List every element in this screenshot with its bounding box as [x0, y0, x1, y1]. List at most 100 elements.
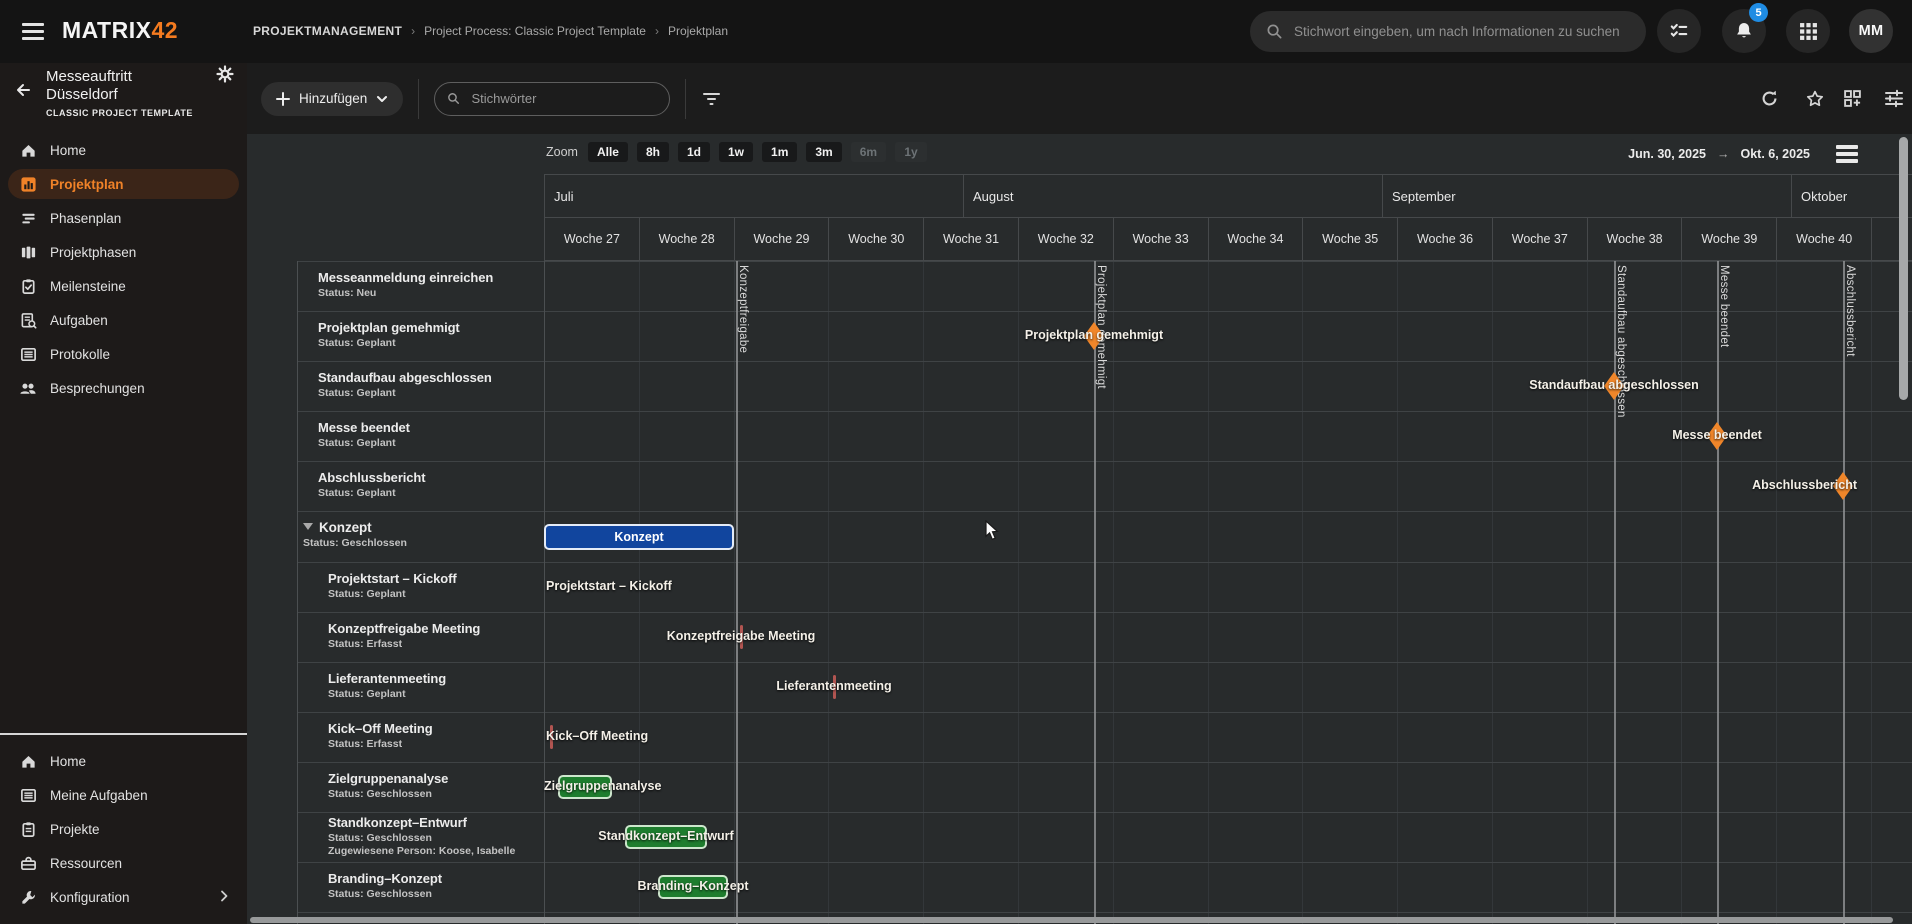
sidebar-item-label: Konfiguration — [50, 890, 130, 905]
gantt-bar-konzept[interactable]: Konzept — [544, 524, 734, 550]
sidebar-item-projektplan[interactable]: Projektplan — [0, 167, 247, 201]
milestone-line — [1717, 261, 1719, 924]
gear-icon[interactable] — [216, 65, 234, 83]
gantt-menu-icon[interactable] — [1836, 145, 1858, 163]
zoom-option-8h[interactable]: 8h — [637, 142, 669, 162]
milestone-line — [736, 261, 738, 924]
zoom-option-1y: 1y — [895, 142, 927, 162]
horizontal-scrollbar[interactable] — [250, 917, 1893, 923]
zoom-option-alle[interactable]: Alle — [588, 142, 628, 162]
filter-icon[interactable] — [701, 89, 722, 108]
sidebar-item-home[interactable]: Home — [0, 744, 247, 778]
task-row-13[interactable]: Branding–KonzeptStatus: Geschlossen — [297, 862, 544, 912]
task-row-12[interactable]: Standkonzept–EntwurfStatus: GeschlossenZ… — [297, 812, 544, 862]
task-row-5[interactable]: AbschlussberichtStatus: Geplant — [297, 461, 544, 511]
apps-grid-icon — [1799, 22, 1818, 41]
sidebar-item-aufgaben[interactable]: Aufgaben — [0, 303, 247, 337]
task-row-9[interactable]: LieferantenmeetingStatus: Geplant — [297, 662, 544, 712]
task-title: Projektstart – Kickoff — [328, 571, 540, 586]
view-settings-icon[interactable] — [1884, 89, 1904, 108]
task-row-10[interactable]: Kick–Off MeetingStatus: Erfasst — [297, 712, 544, 762]
task-row-6[interactable]: KonzeptStatus: Geschlossen — [297, 511, 544, 562]
sidebar-bottom-nav: Home Meine Aufgaben Projekte Ressourcen Konf… — [0, 735, 247, 924]
milestone-line — [1843, 261, 1845, 924]
global-search-input[interactable]: Stichwort eingeben, um nach Informatione… — [1250, 11, 1646, 52]
task-status: Status: Geplant — [318, 487, 540, 499]
sidebar-item-meilensteine[interactable]: Meilensteine — [0, 269, 247, 303]
collapse-triangle-icon[interactable] — [303, 523, 313, 530]
project-template-subtitle: CLASSIC PROJECT TEMPLATE — [46, 108, 247, 118]
sidebar-item-label: Ressourcen — [50, 856, 122, 871]
breadcrumb-current[interactable]: Projektplan — [668, 24, 728, 38]
week-header-28: Woche 28 — [639, 218, 734, 261]
user-avatar[interactable]: MM — [1849, 9, 1893, 53]
zoom-option-1d[interactable]: 1d — [678, 142, 710, 162]
zoom-option-1w[interactable]: 1w — [719, 142, 753, 162]
breadcrumb-workspace[interactable]: PROJEKTMANAGEMENT — [253, 24, 402, 38]
zoom-option-3m[interactable]: 3m — [806, 142, 841, 162]
sidebar-item-phasenplan[interactable]: Phasenplan — [0, 201, 247, 235]
refresh-icon[interactable] — [1760, 89, 1779, 108]
notifications-button[interactable]: 5 — [1722, 9, 1766, 53]
sidebar-item-label: Meilensteine — [50, 279, 126, 294]
task-status: Status: Geschlossen — [328, 888, 540, 900]
task-bar-label: Branding–Konzept — [637, 879, 748, 893]
plus-icon — [276, 92, 290, 106]
main-menu-icon[interactable] — [22, 23, 44, 40]
sidebar-item-ressourcen[interactable]: Ressourcen — [0, 846, 247, 880]
keyword-search-input[interactable] — [469, 90, 657, 107]
chevron-right-icon: › — [411, 24, 415, 38]
sidebar-item-protokolle[interactable]: Protokolle — [0, 337, 247, 371]
week-header-33: Woche 33 — [1113, 218, 1208, 261]
task-row-3[interactable]: Standaufbau abgeschlossenStatus: Geplant — [297, 361, 544, 411]
task-row-7[interactable]: Projektstart – KickoffStatus: Geplant — [297, 562, 544, 612]
sidebar-item-projekte[interactable]: Projekte — [0, 812, 247, 846]
sidebar-item-besprechungen[interactable]: Besprechungen — [0, 371, 247, 405]
milestone-line-label: Konzeptfreigabe — [737, 265, 749, 353]
wrench-icon — [19, 888, 37, 906]
zoom-label: Zoom — [546, 145, 578, 159]
zoom-option-1m[interactable]: 1m — [762, 142, 797, 162]
sidebar-item-meine-aufgaben[interactable]: Meine Aufgaben — [0, 778, 247, 812]
task-row-2[interactable]: Projektplan gemehmigtStatus: Geplant — [297, 311, 544, 361]
sidebar-item-label: Meine Aufgaben — [50, 788, 148, 803]
week-header-29: Woche 29 — [734, 218, 829, 261]
keyword-search-field[interactable] — [434, 82, 670, 116]
week-header-35: Woche 35 — [1302, 218, 1397, 261]
task-title: Konzept — [303, 520, 540, 535]
month-header-juli: Juli — [544, 174, 963, 218]
add-widget-icon[interactable] — [1843, 89, 1862, 108]
task-title: Lieferantenmeeting — [328, 671, 540, 686]
task-bar-label: Projektstart – Kickoff — [546, 579, 672, 593]
sidebar-item-label: Home — [50, 754, 86, 769]
add-button[interactable]: Hinzufügen — [261, 82, 403, 116]
breadcrumb-process[interactable]: Project Process: Classic Project Templat… — [424, 24, 646, 38]
sidebar-item-konfiguration[interactable]: Konfiguration — [0, 880, 247, 914]
columns-icon — [19, 243, 37, 261]
row-gridline — [297, 912, 1912, 913]
task-row-11[interactable]: ZielgruppenanalyseStatus: Geschlossen — [297, 762, 544, 812]
task-row-4[interactable]: Messe beendetStatus: Geplant — [297, 411, 544, 461]
task-status: Status: Geplant — [318, 437, 540, 449]
task-title: Standkonzept–Entwurf — [328, 815, 540, 830]
task-row-1[interactable]: Messeanmeldung einreichenStatus: Neu — [297, 261, 544, 311]
date-range[interactable]: Jun. 30, 2025 → Okt. 6, 2025 — [1628, 147, 1810, 161]
clipboard-icon — [19, 820, 37, 838]
week-header-31: Woche 31 — [923, 218, 1018, 261]
sidebar-item-home[interactable]: Home — [0, 133, 247, 167]
vertical-scrollbar[interactable] — [1899, 137, 1908, 400]
week-header-32: Woche 32 — [1018, 218, 1113, 261]
milestone-label: Abschlussbericht — [1752, 478, 1857, 492]
task-row-8[interactable]: Konzeptfreigabe MeetingStatus: Erfasst — [297, 612, 544, 662]
week-header-39: Woche 39 — [1681, 218, 1776, 261]
task-status: Status: Geplant — [318, 387, 540, 399]
favorite-star-icon[interactable] — [1805, 89, 1825, 109]
app-launcher-button[interactable] — [1786, 9, 1830, 53]
sidebar-item-projektphasen[interactable]: Projektphasen — [0, 235, 247, 269]
bell-icon — [1734, 21, 1754, 41]
week-header-30: Woche 30 — [828, 218, 923, 261]
tasks-checklist-button[interactable] — [1657, 9, 1701, 53]
chevron-right-icon — [217, 889, 231, 903]
back-arrow-icon[interactable] — [13, 80, 33, 100]
task-title: Projektplan gemehmigt — [318, 320, 540, 335]
